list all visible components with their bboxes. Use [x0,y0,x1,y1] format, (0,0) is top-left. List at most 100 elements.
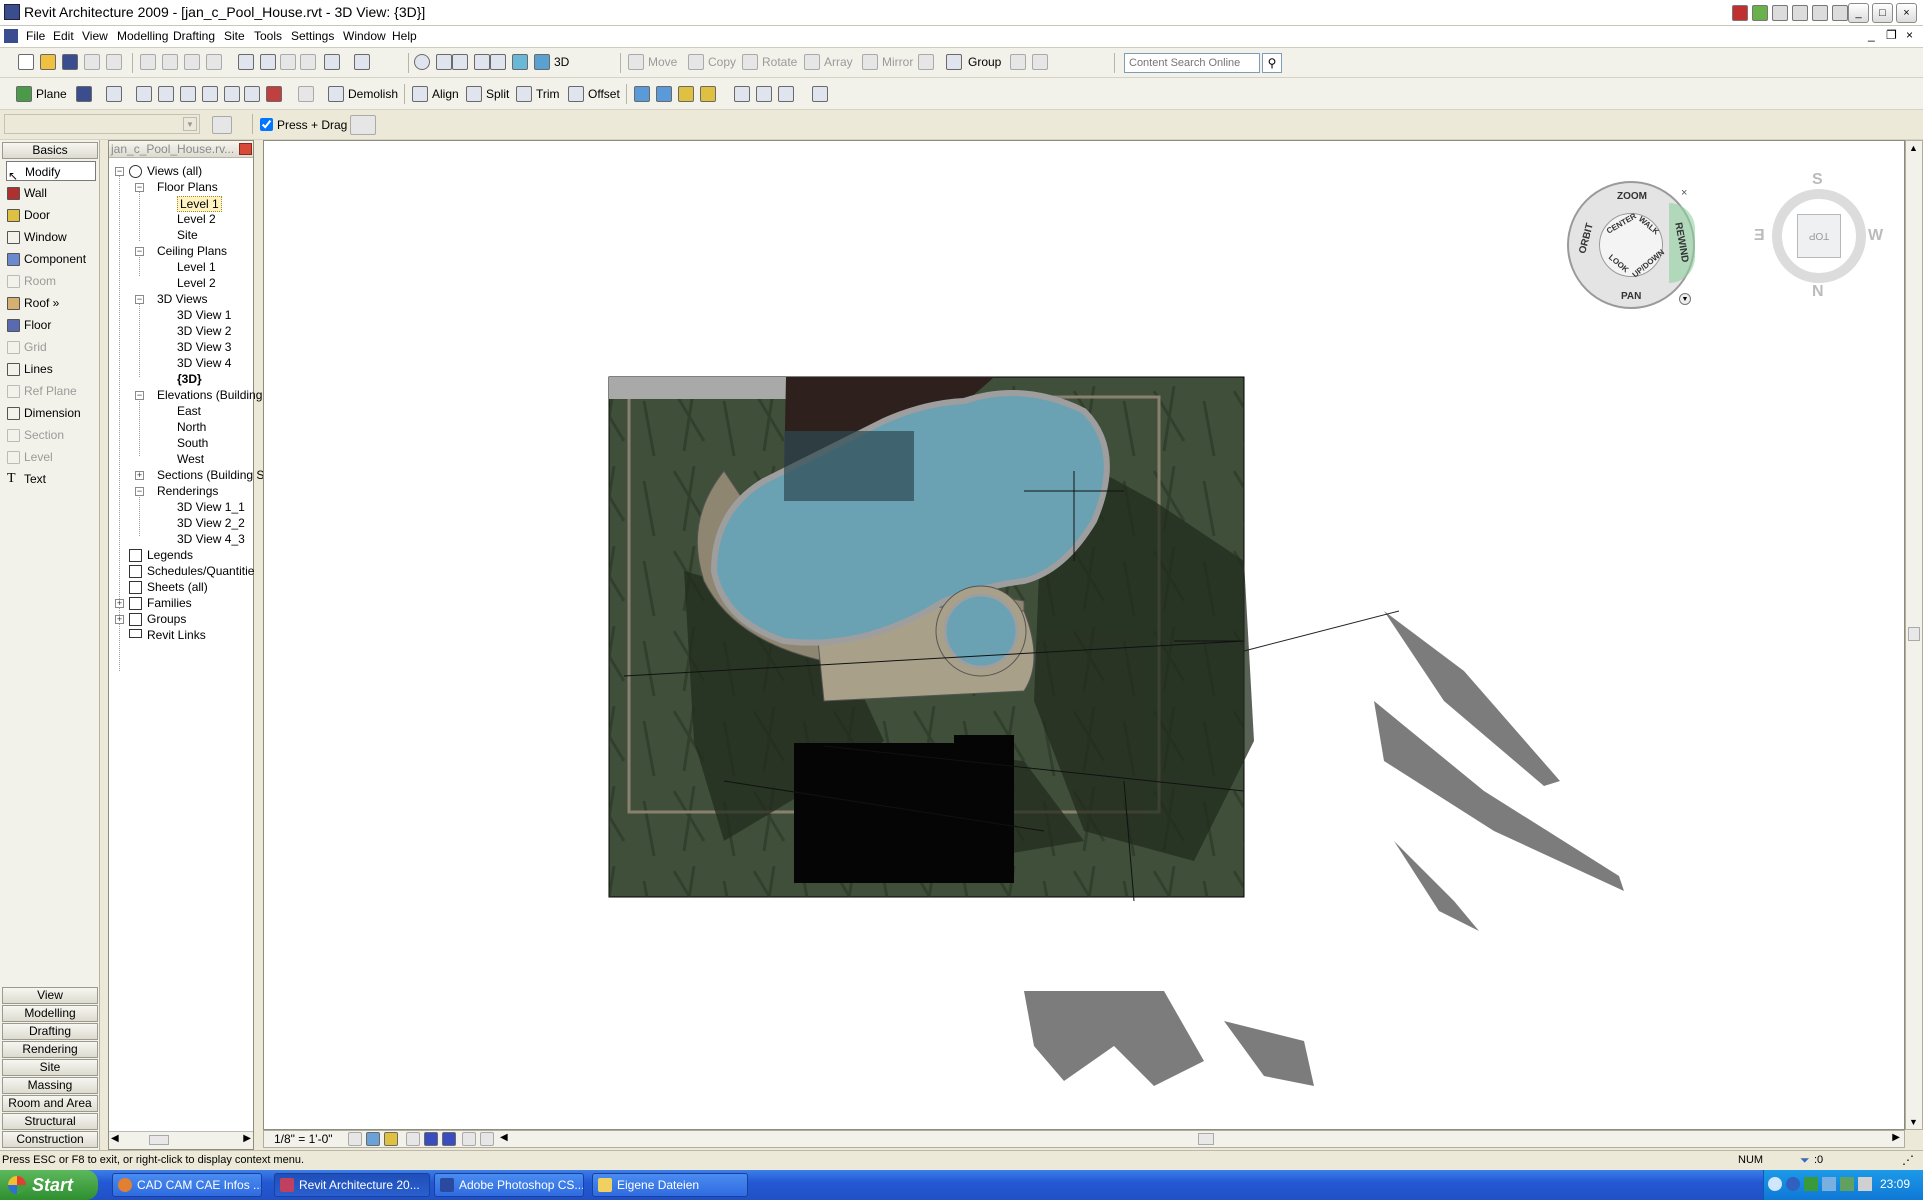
tab-drafting[interactable]: Drafting [2,1023,98,1040]
chevron-down-icon[interactable]: ▼ [1679,293,1691,305]
model-graphics-icon[interactable] [512,54,528,70]
level-tool[interactable]: Level [6,447,96,467]
app-tray-icon[interactable] [1752,5,1768,21]
viewcube-top-face[interactable]: TOP [1797,214,1841,258]
scroll-right-icon[interactable]: ▶ [1892,1132,1900,1143]
trim-icon[interactable] [516,86,532,102]
task-adobe-photoshop[interactable]: Adobe Photoshop CS... [434,1173,584,1197]
measure-icon[interactable] [812,86,828,102]
tree-3d-views[interactable]: 3D Views [157,291,207,307]
tree-elevations[interactable]: Elevations (Building [157,387,262,403]
mirror-icon[interactable] [862,54,878,70]
analysis-icon[interactable] [462,1132,476,1146]
save-icon[interactable] [62,54,78,70]
paste-icon[interactable] [184,54,200,70]
close-icon[interactable]: × [1681,187,1687,199]
undo-dropdown-icon[interactable] [260,54,276,70]
demolish-icon[interactable] [328,86,344,102]
tree-elev-east[interactable]: East [177,403,201,419]
menu-tools[interactable]: Tools [254,29,282,43]
copy-icon[interactable] [688,54,704,70]
tree-families[interactable]: Families [147,595,192,611]
spell-check-icon[interactable] [106,86,122,102]
floor-tool[interactable]: Floor [6,315,96,335]
filter-icon[interactable] [350,115,376,135]
tree-elev-north[interactable]: North [177,419,206,435]
scroll-right-icon[interactable]: ▶ [243,1133,251,1144]
thin-lines-icon[interactable] [324,54,340,70]
scroll-left-icon[interactable]: ◀ [111,1133,119,1144]
cut-icon[interactable] [140,54,156,70]
move-icon[interactable] [628,54,644,70]
compass-south[interactable]: S [1812,171,1823,189]
scroll-thumb[interactable] [1198,1133,1214,1145]
trim-button[interactable]: Trim [536,87,560,101]
browser-horizontal-scrollbar[interactable]: ◀ ▶ [109,1131,253,1149]
task-cad-cam-cae[interactable]: CAD CAM CAE Infos ... [112,1173,262,1197]
minimize-button[interactable]: _ [1848,3,1869,23]
tree-groups[interactable]: Groups [147,611,186,627]
menu-window[interactable]: Window [343,29,386,43]
tree-renderings[interactable]: Renderings [157,483,218,499]
tree-sheets[interactable]: Sheets (all) [147,579,208,595]
compass-west[interactable]: W [1868,227,1883,245]
component-tool[interactable]: Component [6,249,96,269]
new-file-icon[interactable] [18,54,34,70]
tree-3d-view-3[interactable]: 3D View 3 [177,339,231,355]
mdi-restore-button[interactable]: ❐ [1886,28,1897,42]
lines-tool[interactable]: Lines [6,359,96,379]
menu-file[interactable]: File [26,29,45,43]
match-type-icon[interactable] [136,86,152,102]
volume-icon[interactable] [1858,1177,1872,1191]
offset-button[interactable]: Offset [588,87,620,101]
undo-icon[interactable] [238,54,254,70]
record-icon[interactable] [1732,5,1748,21]
tree-cp-level-1[interactable]: Level 1 [177,259,216,275]
mirror-button[interactable]: Mirror [882,55,913,69]
modify-tool[interactable]: ↖ Modify [6,161,96,183]
menu-settings[interactable]: Settings [291,29,334,43]
tree-render-1[interactable]: 3D View 1_1 [177,499,245,515]
split-icon[interactable] [466,86,482,102]
copy-button[interactable]: Copy [708,55,736,69]
plane-button[interactable]: Plane [36,87,67,101]
collapse-icon[interactable]: − [135,247,144,256]
3d-view-icon[interactable] [534,54,550,70]
mdi-close-button[interactable]: × [1906,28,1913,42]
work-plane-icon[interactable] [16,86,32,102]
tab-room-and-area[interactable]: Room and Area [2,1095,98,1112]
array-group-icon[interactable] [778,86,794,102]
delete-icon[interactable] [206,54,222,70]
tab-rendering[interactable]: Rendering [2,1041,98,1058]
help-pointer-icon[interactable] [354,54,370,70]
tree-render-3[interactable]: 3D View 4_3 [177,531,245,547]
interference-check-icon[interactable] [678,86,694,102]
tree-fp-site[interactable]: Site [177,227,198,243]
tab-basics[interactable]: Basics [2,142,98,159]
resize-icon[interactable] [918,54,934,70]
text-tool[interactable]: T Text [6,469,96,489]
copy-clipboard-icon[interactable] [162,54,178,70]
compass-east[interactable]: E [1754,227,1765,245]
tree-schedules[interactable]: Schedules/Quantitie [147,563,254,579]
search-icon[interactable]: ⚲ [1262,53,1282,73]
tree-3d-view-2[interactable]: 3D View 2 [177,323,231,339]
offset-icon[interactable] [568,86,584,102]
close-button[interactable]: × [1896,3,1917,23]
collapse-icon[interactable]: − [135,183,144,192]
ref-plane-tool[interactable]: Ref Plane [6,381,96,401]
menu-site[interactable]: Site [224,29,245,43]
close-icon[interactable] [239,143,252,155]
tab-modelling[interactable]: Modelling [2,1005,98,1022]
reveal-icon[interactable] [298,86,314,102]
paint-icon[interactable] [244,86,260,102]
menu-view[interactable]: View [82,29,108,43]
reveal-hidden-icon[interactable] [442,1132,456,1146]
tree-elev-west[interactable]: West [177,451,204,467]
split-button[interactable]: Split [486,87,509,101]
redo-icon[interactable] [280,54,296,70]
pin-icon[interactable] [1010,54,1026,70]
display-icon[interactable] [1822,1177,1836,1191]
document-icon[interactable] [4,29,18,43]
zoom-icon[interactable] [452,54,468,70]
